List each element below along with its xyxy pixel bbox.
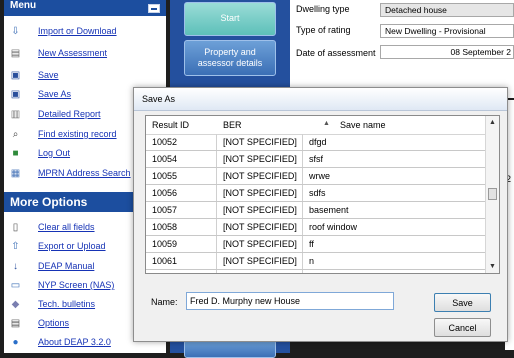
- menu-title: Menu: [10, 0, 37, 11]
- cell-ber: [NOT SPECIFIED]: [223, 222, 297, 232]
- save-as-dialog: Save As Result ID BER ▲ Save name 10052 …: [133, 87, 508, 342]
- menu-item-label[interactable]: Options: [38, 318, 69, 328]
- menu-item-label[interactable]: New Assessment: [38, 48, 107, 58]
- new-document-icon: ▤: [10, 48, 21, 59]
- cell-result-id: 10057: [152, 205, 178, 215]
- sort-ascending-icon: ▲: [323, 120, 330, 127]
- cell-save-name: sfsf: [309, 154, 324, 164]
- cell-ber: [NOT SPECIFIED]: [223, 205, 297, 215]
- save-button[interactable]: Save: [434, 293, 491, 312]
- table-row[interactable]: 10052 [NOT SPECIFIED] dfgd: [146, 134, 485, 151]
- save-as-icon: ▣: [10, 89, 21, 100]
- table-row[interactable]: 10055 [NOT SPECIFIED] wrwe: [146, 168, 485, 185]
- results-grid[interactable]: Result ID BER ▲ Save name 10052 [NOT SPE…: [145, 115, 500, 274]
- menu-item-label[interactable]: Detailed Report: [38, 109, 101, 119]
- cell-save-name: wrwe: [309, 171, 331, 181]
- cell-result-id: 10061: [152, 256, 178, 266]
- clear-icon: ▯: [12, 222, 19, 233]
- cell-result-id: 10052: [152, 137, 178, 147]
- cell-result-id: 10054: [152, 154, 178, 164]
- table-row[interactable]: 10054 [NOT SPECIFIED] sfsf: [146, 151, 485, 168]
- scroll-thumb[interactable]: [488, 188, 497, 200]
- menu-item-save[interactable]: ▣ Save: [4, 68, 166, 84]
- table-row[interactable]: 10056 [NOT SPECIFIED] sdfs: [146, 185, 485, 202]
- nav-button-partial[interactable]: [184, 340, 276, 358]
- scroll-up-icon[interactable]: ▲: [489, 119, 496, 126]
- address-search-icon: ▦: [10, 168, 21, 179]
- table-row[interactable]: 10058 [NOT SPECIFIED] roof window: [146, 219, 485, 236]
- cell-save-name: ff: [309, 239, 314, 249]
- dialog-titlebar[interactable]: Save As: [134, 88, 507, 111]
- screen-icon: ▭: [10, 280, 21, 291]
- menu-item-label[interactable]: MPRN Address Search: [38, 168, 131, 178]
- cell-result-id: 10056: [152, 188, 178, 198]
- property-label-line1: Property and: [204, 47, 256, 57]
- table-row[interactable]: 10059 [NOT SPECIFIED] ff: [146, 236, 485, 253]
- dwelling-type-field[interactable]: Detached house: [380, 3, 514, 17]
- import-icon: ⇩: [11, 26, 20, 37]
- cell-ber: [NOT SPECIFIED]: [223, 137, 297, 147]
- cell-save-name: dfgd: [309, 137, 327, 147]
- menu-item-label[interactable]: Find existing record: [38, 129, 117, 139]
- menu-item-label[interactable]: Export or Upload: [38, 241, 106, 251]
- name-label: Name:: [151, 297, 178, 307]
- menu-item-new-assessment[interactable]: ▤ New Assessment: [4, 46, 166, 62]
- cancel-button[interactable]: Cancel: [434, 318, 491, 337]
- assessment-form: Dwelling type Detached house Type of rat…: [290, 0, 514, 98]
- save-icon: ▣: [10, 70, 21, 81]
- bulletin-icon: ◆: [11, 299, 20, 310]
- property-assessor-button[interactable]: Property and assessor details: [184, 40, 276, 76]
- more-options-title: More Options: [10, 195, 88, 209]
- report-icon: ▥: [10, 109, 21, 120]
- cell-save-name: n: [309, 256, 315, 266]
- property-label-line2: assessor details: [197, 58, 263, 68]
- menu-item-label[interactable]: Tech. bulletins: [38, 299, 95, 309]
- column-header-result-id[interactable]: Result ID: [152, 120, 189, 130]
- manual-icon: ↓: [13, 261, 18, 272]
- cell-ber: [NOT SPECIFIED]: [223, 171, 297, 181]
- start-label: Start: [220, 13, 240, 23]
- date-of-assessment-field[interactable]: 08 September 2: [380, 45, 514, 59]
- export-icon: ⇧: [11, 241, 20, 252]
- cell-save-name: roof window: [309, 222, 358, 232]
- menu-item-label[interactable]: Import or Download: [38, 26, 117, 36]
- logout-icon: ■: [12, 148, 19, 159]
- dwelling-type-label: Dwelling type: [296, 4, 350, 14]
- cell-result-id: 10055: [152, 171, 178, 181]
- date-of-assessment-label: Date of assessment: [296, 48, 376, 58]
- start-button[interactable]: Start: [184, 2, 276, 36]
- type-of-rating-select[interactable]: New Dwelling - Provisional: [380, 24, 514, 38]
- cell-ber: [NOT SPECIFIED]: [223, 239, 297, 249]
- menu-item-label[interactable]: Save As: [38, 89, 71, 99]
- cell-ber: [NOT SPECIFIED]: [223, 256, 297, 266]
- cell-ber: [NOT SPECIFIED]: [223, 154, 297, 164]
- cell-save-name: sdfs: [309, 188, 326, 198]
- column-header-ber[interactable]: BER: [223, 120, 242, 130]
- type-of-rating-label: Type of rating: [296, 25, 351, 35]
- cell-result-id: 10058: [152, 222, 178, 232]
- about-icon: ●: [12, 337, 19, 348]
- menu-item-label[interactable]: Clear all fields: [38, 222, 95, 232]
- name-input[interactable]: [186, 292, 394, 310]
- menu-header: Menu: [4, 0, 166, 16]
- cell-result-id: 10059: [152, 239, 178, 249]
- menu-item-label[interactable]: DEAP Manual: [38, 261, 94, 271]
- table-row[interactable]: 10061 [NOT SPECIFIED] n: [146, 253, 485, 270]
- cell-ber: [NOT SPECIFIED]: [223, 188, 297, 198]
- menu-item-import[interactable]: ⇩ Import or Download: [4, 24, 166, 40]
- scroll-down-icon[interactable]: ▼: [489, 263, 496, 270]
- minimize-icon[interactable]: [148, 4, 160, 13]
- table-row[interactable]: 10057 [NOT SPECIFIED] basement: [146, 202, 485, 219]
- menu-item-label[interactable]: Save: [38, 70, 59, 80]
- options-icon: ▤: [10, 318, 21, 329]
- menu-item-label[interactable]: NYP Screen (NAS): [38, 280, 114, 290]
- menu-item-label[interactable]: Log Out: [38, 148, 70, 158]
- dialog-title: Save As: [142, 94, 176, 104]
- grid-header: Result ID BER ▲ Save name: [146, 116, 485, 135]
- column-header-save-name[interactable]: Save name: [340, 120, 386, 130]
- grid-scrollbar[interactable]: ▲ ▼: [485, 116, 499, 273]
- menu-item-label[interactable]: About DEAP 3.2.0: [38, 337, 111, 347]
- find-icon: ⌕: [12, 129, 19, 140]
- cell-save-name: basement: [309, 205, 349, 215]
